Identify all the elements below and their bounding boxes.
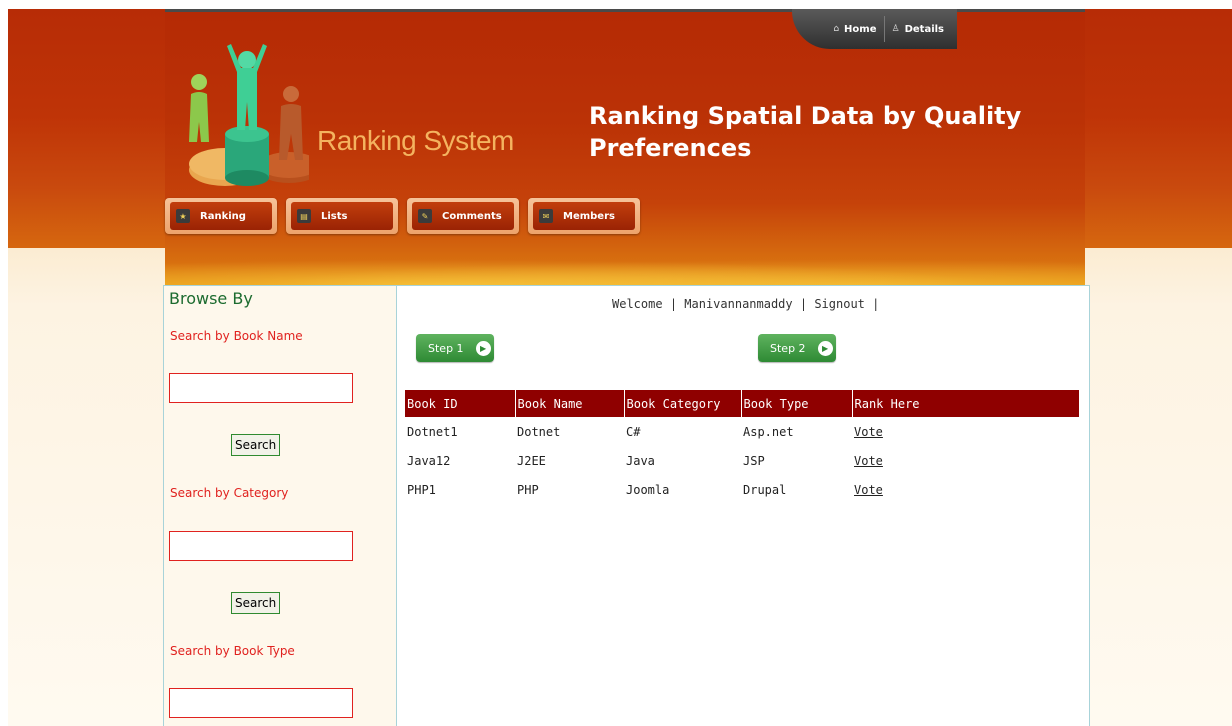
username-link[interactable]: Manivannanmaddy xyxy=(684,297,792,311)
table-row: PHP1 PHP Joomla Drupal Vote xyxy=(405,475,1080,504)
vote-link[interactable]: Vote xyxy=(854,425,883,439)
books-table: Book ID Book Name Book Category Book Typ… xyxy=(405,390,1080,504)
category-label: Search by Category xyxy=(170,486,289,500)
members-icon: ✉ xyxy=(539,209,553,223)
welcome-text: Welcome xyxy=(612,297,663,311)
table-row: Java12 J2EE Java JSP Vote xyxy=(405,446,1080,475)
menu-members-label: Members xyxy=(563,210,615,222)
cell-book-id: Java12 xyxy=(407,453,451,468)
cell-book-id: PHP1 xyxy=(407,482,436,497)
welcome-sep-2: | xyxy=(799,297,815,311)
comments-icon: ✎ xyxy=(418,209,432,223)
col-book-category: Book Category xyxy=(624,390,742,417)
welcome-bar: Welcome | Manivannanmaddy | Signout | xyxy=(612,297,879,311)
vote-link[interactable]: Vote xyxy=(854,454,883,468)
menu-ranking-label: Ranking xyxy=(200,210,246,222)
browse-title: Browse By xyxy=(169,289,253,308)
cell-book-category: Java xyxy=(626,453,655,468)
cell-book-type: Drupal xyxy=(743,482,787,497)
menu-ranking[interactable]: ★ Ranking xyxy=(165,198,277,234)
category-input[interactable] xyxy=(169,531,353,561)
book-type-input[interactable] xyxy=(169,688,353,718)
table-header-row: Book ID Book Name Book Category Book Typ… xyxy=(405,390,1080,417)
search-book-name-button[interactable]: Search xyxy=(231,434,281,456)
site-header: ⌂ Home ♙ Details Ranking System Ranking … xyxy=(165,9,1085,285)
col-rank-here: Rank Here xyxy=(852,390,1080,417)
top-strip xyxy=(0,0,1232,9)
nav-details-label: Details xyxy=(904,23,944,35)
welcome-sep-1: | xyxy=(669,297,685,311)
step-2-label: Step 2 xyxy=(770,341,806,355)
table-row: Dotnet1 Dotnet C# Asp.net Vote xyxy=(405,417,1080,446)
welcome-sep-3: | xyxy=(872,297,880,311)
nav-home-label: Home xyxy=(844,23,877,35)
cell-book-name: J2EE xyxy=(517,453,546,468)
step-1-button[interactable]: Step 1 ▶ xyxy=(416,334,494,362)
search-category-button[interactable]: Search xyxy=(231,592,281,614)
step-2-button[interactable]: Step 2 ▶ xyxy=(758,334,836,362)
logo-text: Ranking System xyxy=(317,125,514,156)
col-book-type: Book Type xyxy=(741,390,853,417)
cell-rank: Vote xyxy=(852,475,1080,504)
col-book-id: Book ID xyxy=(405,390,516,417)
arrow-right-icon: ▶ xyxy=(817,340,833,356)
cell-book-id: Dotnet1 xyxy=(407,424,458,439)
top-nav: ⌂ Home ♙ Details xyxy=(792,9,957,49)
cell-book-name: Dotnet xyxy=(517,424,561,439)
menu-lists-label: Lists xyxy=(321,210,348,222)
cell-book-name: PHP xyxy=(517,482,539,497)
signout-link[interactable]: Signout xyxy=(814,297,865,311)
cell-rank: Vote xyxy=(852,446,1080,475)
menu-lists[interactable]: ▤ Lists xyxy=(286,198,398,234)
lists-icon: ▤ xyxy=(297,209,311,223)
arrow-right-icon: ▶ xyxy=(475,340,491,356)
menu-members[interactable]: ✉ Members xyxy=(528,198,640,234)
logo-figures-icon xyxy=(189,44,309,186)
menu-comments-label: Comments xyxy=(442,210,502,222)
book-type-label: Search by Book Type xyxy=(170,644,295,658)
step-1-label: Step 1 xyxy=(428,341,464,355)
col-book-name: Book Name xyxy=(515,390,625,417)
vote-link[interactable]: Vote xyxy=(854,483,883,497)
menu-ranking-inner: ★ Ranking xyxy=(170,202,272,230)
cell-book-category: Joomla xyxy=(626,482,670,497)
menu-comments[interactable]: ✎ Comments xyxy=(407,198,519,234)
cell-book-type: Asp.net xyxy=(743,424,794,439)
nav-home[interactable]: ⌂ Home xyxy=(826,16,883,42)
header-glow xyxy=(165,255,1085,285)
menu-comments-inner: ✎ Comments xyxy=(412,202,514,230)
book-name-input[interactable] xyxy=(169,373,353,403)
user-icon: ♙ xyxy=(891,24,900,34)
browse-sidebar: Browse By Search by Book Name Search Sea… xyxy=(163,285,397,726)
page-title: Ranking Spatial Data by Quality Preferen… xyxy=(589,102,1022,162)
main-content: Welcome | Manivannanmaddy | Signout | St… xyxy=(397,285,1090,726)
nav-details[interactable]: ♙ Details xyxy=(885,16,952,42)
cell-book-type: JSP xyxy=(743,453,765,468)
ranking-icon: ★ xyxy=(176,209,190,223)
menu-lists-inner: ▤ Lists xyxy=(291,202,393,230)
cell-rank: Vote xyxy=(852,417,1080,446)
book-name-label: Search by Book Name xyxy=(170,329,303,343)
home-icon: ⌂ xyxy=(833,24,840,34)
menu-members-inner: ✉ Members xyxy=(533,202,635,230)
cell-book-category: C# xyxy=(626,424,641,439)
